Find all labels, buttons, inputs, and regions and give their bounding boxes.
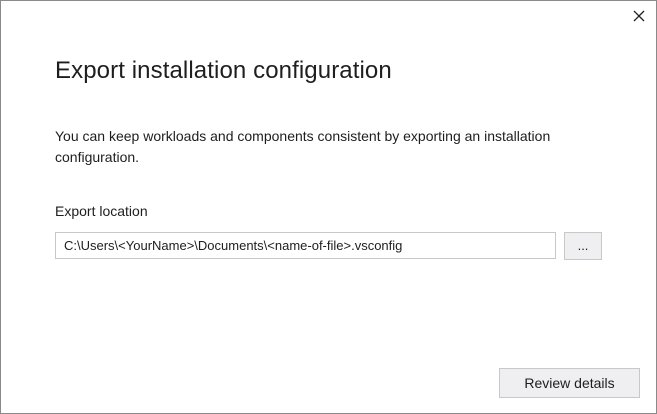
export-location-label: Export location xyxy=(55,203,148,219)
close-icon xyxy=(633,10,645,22)
export-configuration-dialog: Export installation configuration You ca… xyxy=(0,0,657,414)
browse-button[interactable]: ... xyxy=(564,232,602,260)
export-location-input[interactable] xyxy=(55,232,556,259)
close-button[interactable] xyxy=(628,5,650,27)
review-details-button[interactable]: Review details xyxy=(499,368,640,398)
dialog-title: Export installation configuration xyxy=(55,57,392,84)
dialog-description: You can keep workloads and components co… xyxy=(55,128,551,165)
